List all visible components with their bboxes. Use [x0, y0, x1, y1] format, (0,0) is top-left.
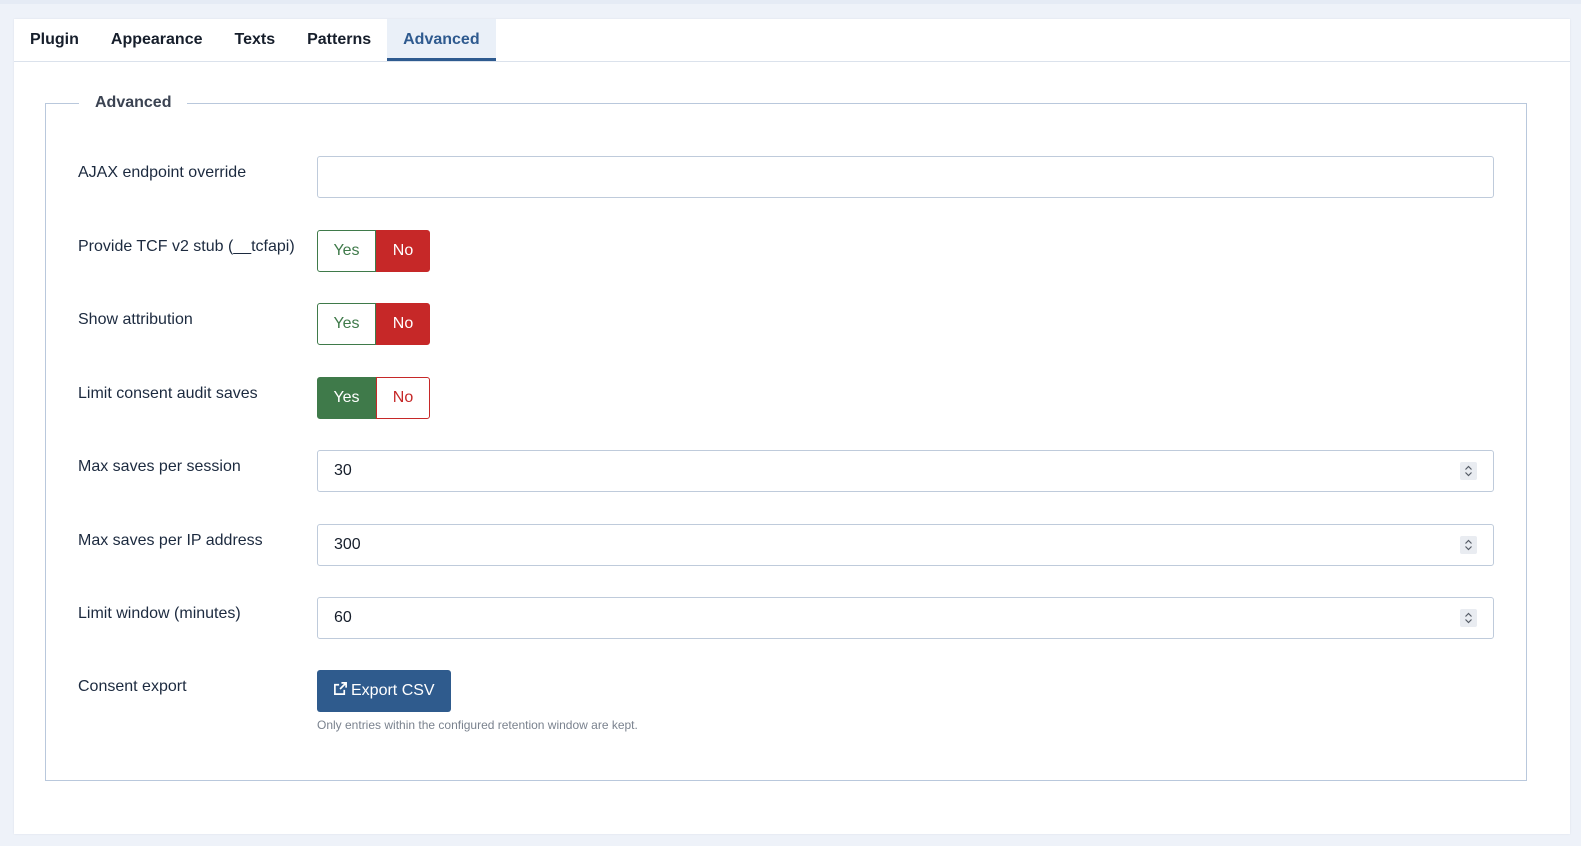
advanced-fieldset: Advanced AJAX endpoint override Provide … [45, 94, 1527, 781]
tab-patterns[interactable]: Patterns [291, 19, 387, 61]
tcf-stub-label: Provide TCF v2 stub (__tcfapi) [78, 238, 295, 255]
ajax-endpoint-label: AJAX endpoint override [78, 164, 247, 181]
consent-export-label: Consent export [78, 678, 187, 695]
fieldset-legend: Advanced [95, 94, 172, 111]
max-ip-input[interactable]: 300 [317, 524, 1494, 566]
export-csv-label: Export CSV [351, 682, 435, 699]
tcf-stub-yes-button[interactable]: Yes [317, 230, 376, 272]
limit-saves-yes-button[interactable]: Yes [317, 377, 376, 419]
tab-appearance[interactable]: Appearance [95, 19, 219, 61]
tcf-stub-toggle: Yes No [317, 230, 430, 272]
max-ip-value: 300 [334, 536, 361, 553]
number-spinner-icon[interactable] [1460, 462, 1477, 480]
ajax-endpoint-input[interactable] [317, 156, 1494, 198]
limit-window-value: 60 [334, 609, 352, 626]
max-ip-label: Max saves per IP address [78, 532, 263, 549]
top-bar [0, 0, 1581, 4]
tab-advanced[interactable]: Advanced [387, 19, 496, 61]
tab-texts[interactable]: Texts [218, 19, 291, 61]
max-session-value: 30 [334, 462, 352, 479]
limit-window-label: Limit window (minutes) [78, 605, 241, 622]
limit-window-input[interactable]: 60 [317, 597, 1494, 639]
number-spinner-icon[interactable] [1460, 536, 1477, 554]
limit-saves-toggle: Yes No [317, 377, 430, 419]
tcf-stub-no-button[interactable]: No [376, 230, 430, 272]
number-spinner-icon[interactable] [1460, 609, 1477, 627]
settings-panel: Plugin Appearance Texts Patterns Advance… [14, 19, 1570, 834]
limit-saves-label: Limit consent audit saves [78, 385, 258, 402]
export-hint: Only entries within the configured reten… [317, 718, 638, 732]
attribution-no-button[interactable]: No [376, 303, 430, 345]
tab-plugin[interactable]: Plugin [14, 19, 95, 61]
max-session-label: Max saves per session [78, 458, 241, 475]
attribution-yes-button[interactable]: Yes [317, 303, 376, 345]
attribution-toggle: Yes No [317, 303, 430, 345]
export-csv-button[interactable]: Export CSV [317, 670, 451, 712]
limit-saves-no-button[interactable]: No [376, 377, 430, 419]
external-link-icon [333, 681, 348, 701]
max-session-input[interactable]: 30 [317, 450, 1494, 492]
attribution-label: Show attribution [78, 311, 193, 328]
tab-bar: Plugin Appearance Texts Patterns Advance… [14, 19, 1570, 62]
